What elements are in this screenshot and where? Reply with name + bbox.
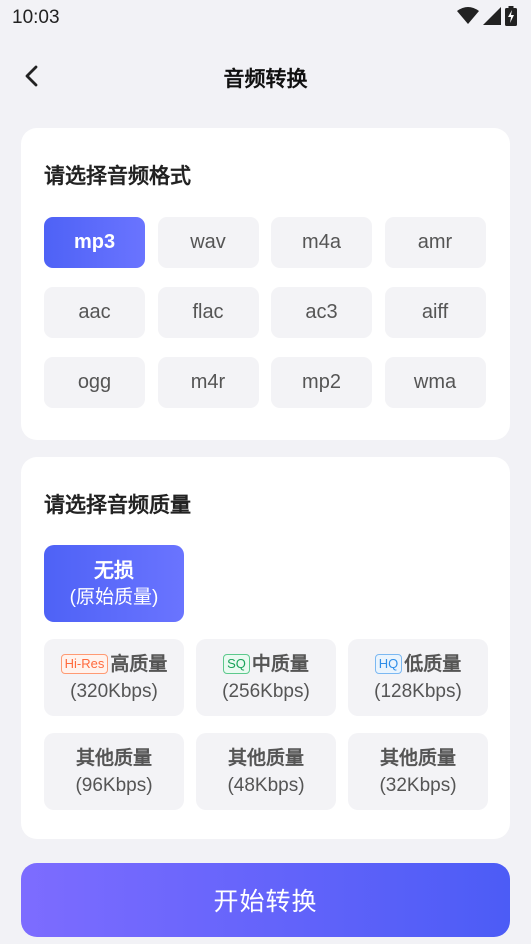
quality-label: 高质量 bbox=[110, 652, 168, 675]
quality-bitrate: (96Kbps) bbox=[75, 774, 153, 796]
quality-bitrate: (256Kbps) bbox=[222, 680, 310, 702]
format-option-flac[interactable]: flac bbox=[157, 287, 259, 338]
quality-label: 中质量 bbox=[251, 652, 309, 675]
quality-bitrate: (320Kbps) bbox=[70, 680, 158, 702]
format-option-ac3[interactable]: ac3 bbox=[271, 287, 372, 338]
format-option-mp2[interactable]: mp2 bbox=[271, 357, 372, 408]
quality-label: 其他质量 bbox=[379, 746, 456, 769]
quality-bitrate: (48Kbps) bbox=[227, 774, 305, 796]
quality-option-medium[interactable]: SQ 中质量 (256Kbps) bbox=[196, 639, 336, 716]
back-button[interactable] bbox=[16, 62, 48, 94]
status-time: 10:03 bbox=[12, 7, 60, 28]
quality-section-title: 请选择音频质量 bbox=[44, 493, 191, 517]
app-header: 音频转换 bbox=[0, 44, 531, 112]
format-option-wma[interactable]: wma bbox=[384, 357, 486, 408]
back-arrow-icon bbox=[24, 65, 40, 91]
format-option-aac[interactable]: aac bbox=[44, 287, 145, 338]
format-section-title: 请选择音频格式 bbox=[44, 164, 191, 188]
lossless-sublabel: (原始质量) bbox=[69, 586, 159, 608]
quality-bitrate: (128Kbps) bbox=[374, 680, 462, 702]
quality-label: 低质量 bbox=[404, 652, 462, 675]
hires-badge: Hi-Res bbox=[60, 653, 109, 674]
wifi-icon bbox=[457, 7, 479, 29]
format-option-m4r[interactable]: m4r bbox=[157, 357, 259, 408]
quality-bitrate: (32Kbps) bbox=[379, 774, 457, 796]
format-option-m4a[interactable]: m4a bbox=[271, 217, 372, 268]
quality-label: 其他质量 bbox=[75, 746, 152, 769]
format-option-ogg[interactable]: ogg bbox=[44, 357, 145, 408]
start-convert-button[interactable]: 开始转换 bbox=[21, 863, 510, 937]
quality-grid: Hi-Res 高质量 (320Kbps) SQ 中质量 (256Kbps) HQ… bbox=[44, 639, 488, 810]
quality-option-lossless[interactable]: 无损 (原始质量) bbox=[44, 545, 184, 622]
quality-option-32kbps[interactable]: 其他质量 (32Kbps) bbox=[348, 733, 488, 810]
format-option-aiff[interactable]: aiff bbox=[384, 287, 486, 338]
hq-badge: HQ bbox=[374, 653, 403, 674]
format-option-amr[interactable]: amr bbox=[384, 217, 486, 268]
status-icons bbox=[457, 6, 517, 30]
page-title: 音频转换 bbox=[223, 67, 308, 91]
quality-option-high[interactable]: Hi-Res 高质量 (320Kbps) bbox=[44, 639, 184, 716]
format-card: 请选择音频格式 mp3 wav m4a amr aac flac ac3 aif… bbox=[21, 128, 510, 440]
status-bar: 10:03 bbox=[0, 0, 531, 36]
format-grid: mp3 wav m4a amr aac flac ac3 aiff ogg m4… bbox=[44, 217, 486, 408]
quality-option-96kbps[interactable]: 其他质量 (96Kbps) bbox=[44, 733, 184, 810]
cellular-signal-icon bbox=[483, 7, 501, 29]
format-option-mp3[interactable]: mp3 bbox=[44, 217, 145, 268]
sq-badge: SQ bbox=[223, 653, 250, 674]
lossless-label: 无损 bbox=[94, 557, 134, 582]
quality-option-low[interactable]: HQ 低质量 (128Kbps) bbox=[348, 639, 488, 716]
battery-charging-icon bbox=[505, 6, 517, 30]
quality-card: 请选择音频质量 无损 (原始质量) Hi-Res 高质量 (320Kbps) S… bbox=[21, 457, 510, 839]
quality-label: 其他质量 bbox=[227, 746, 304, 769]
quality-option-48kbps[interactable]: 其他质量 (48Kbps) bbox=[196, 733, 336, 810]
format-option-wav[interactable]: wav bbox=[157, 217, 259, 268]
